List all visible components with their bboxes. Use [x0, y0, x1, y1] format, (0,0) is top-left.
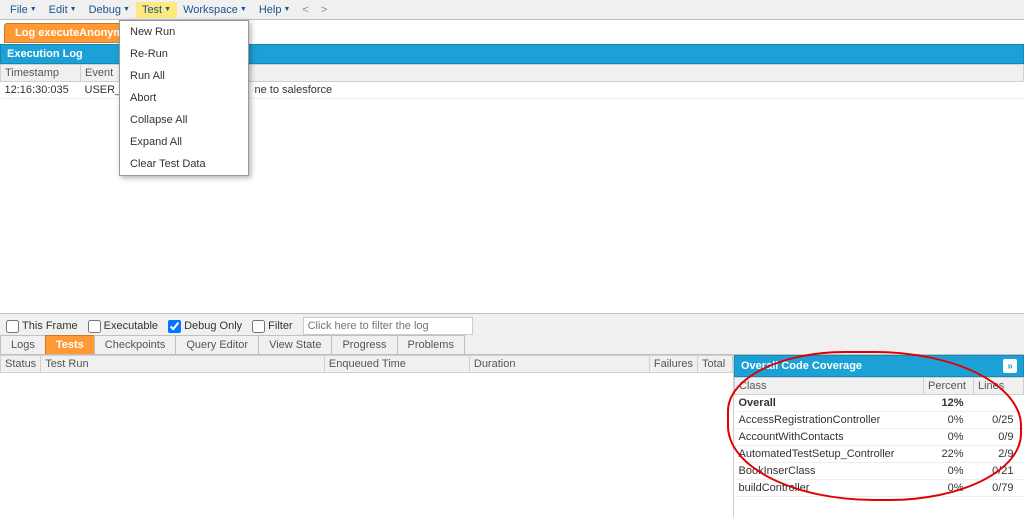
cell-lines: 0/21	[974, 463, 1024, 480]
menu-clear-test-data[interactable]: Clear Test Data	[120, 153, 248, 175]
cell-percent: 0%	[924, 429, 974, 446]
tab-view-state[interactable]: View State	[258, 335, 332, 354]
col-timestamp[interactable]: Timestamp	[1, 65, 81, 82]
test-dropdown: New Run Re-Run Run All Abort Collapse Al…	[119, 20, 249, 176]
menu-help[interactable]: Help▼	[253, 2, 297, 18]
menu-rerun[interactable]: Re-Run	[120, 43, 248, 65]
coverage-row[interactable]: buildController0%0/79	[735, 480, 1024, 497]
cell-lines	[974, 395, 1024, 412]
caret-icon: ▼	[70, 6, 77, 13]
menu-edit[interactable]: Edit▼	[43, 2, 83, 18]
cell-percent: 12%	[924, 395, 974, 412]
col-total[interactable]: Total	[698, 356, 733, 373]
col-details[interactable]: Details	[141, 65, 1024, 82]
menu-debug[interactable]: Debug▼	[83, 2, 136, 18]
col-failures[interactable]: Failures	[649, 356, 697, 373]
coverage-row[interactable]: BookInserClass0%0/21	[735, 463, 1024, 480]
caret-icon: ▼	[30, 6, 37, 13]
col-test-run[interactable]: Test Run	[41, 356, 325, 373]
coverage-table: Class Percent Lines Overall 12% AccessRe…	[734, 377, 1024, 497]
cell-percent: 22%	[924, 446, 974, 463]
cell-class: buildController	[735, 480, 924, 497]
test-results-table: Status Test Run Enqueued Time Duration F…	[0, 355, 733, 373]
caret-icon: ▼	[240, 6, 247, 13]
caret-icon: ▼	[123, 6, 130, 13]
menu-file[interactable]: File▼	[4, 2, 43, 18]
menu-new-run[interactable]: New Run	[120, 21, 248, 43]
bottom-tabs: Logs Tests Checkpoints Query Editor View…	[0, 335, 1024, 355]
test-results-panel: Status Test Run Enqueued Time Duration F…	[0, 355, 734, 517]
coverage-row-overall[interactable]: Overall 12%	[735, 395, 1024, 412]
expand-icon[interactable]: »	[1003, 359, 1017, 373]
col-enqueued[interactable]: Enqueued Time	[324, 356, 469, 373]
coverage-header: Overall Code Coverage »	[734, 355, 1024, 377]
col-duration[interactable]: Duration	[469, 356, 649, 373]
filter-input[interactable]	[303, 317, 473, 335]
menu-run-all[interactable]: Run All	[120, 65, 248, 87]
cell-lines: 0/79	[974, 480, 1024, 497]
tab-problems[interactable]: Problems	[397, 335, 465, 354]
cell-class: AccessRegistrationController	[735, 412, 924, 429]
executable-checkbox[interactable]: Executable	[88, 320, 158, 333]
this-frame-checkbox[interactable]: This Frame	[6, 320, 78, 333]
cell-details: ne to salesforce	[141, 82, 1024, 99]
cell-class: BookInserClass	[735, 463, 924, 480]
nav-back[interactable]: <	[296, 2, 314, 18]
cell-class: Overall	[735, 395, 924, 412]
col-lines[interactable]: Lines	[974, 378, 1024, 395]
tab-tests[interactable]: Tests	[45, 335, 95, 354]
cell-percent: 0%	[924, 480, 974, 497]
menu-collapse-all[interactable]: Collapse All	[120, 109, 248, 131]
menu-workspace[interactable]: Workspace▼	[177, 2, 253, 18]
tab-checkpoints[interactable]: Checkpoints	[94, 335, 177, 354]
cell-class: AutomatedTestSetup_Controller	[735, 446, 924, 463]
menubar: File▼ Edit▼ Debug▼ Test▼ Workspace▼ Help…	[0, 0, 1024, 20]
cell-lines: 0/25	[974, 412, 1024, 429]
col-status[interactable]: Status	[1, 356, 41, 373]
col-percent[interactable]: Percent	[924, 378, 974, 395]
nav-forward[interactable]: >	[315, 2, 333, 18]
tab-query-editor[interactable]: Query Editor	[175, 335, 259, 354]
cell-percent: 0%	[924, 412, 974, 429]
coverage-row[interactable]: AccountWithContacts0%0/9	[735, 429, 1024, 446]
coverage-panel: Overall Code Coverage » Class Percent Li…	[734, 355, 1024, 517]
tab-logs[interactable]: Logs	[0, 335, 46, 354]
cell-class: AccountWithContacts	[735, 429, 924, 446]
menu-test[interactable]: Test▼	[136, 2, 177, 18]
cell-lines: 0/9	[974, 429, 1024, 446]
cell-timestamp: 12:16:30:035	[1, 82, 81, 99]
debug-only-checkbox[interactable]: Debug Only	[168, 320, 242, 333]
menu-abort[interactable]: Abort	[120, 87, 248, 109]
caret-icon: ▼	[164, 6, 171, 13]
caret-icon: ▼	[283, 6, 290, 13]
coverage-row[interactable]: AutomatedTestSetup_Controller22%2/9	[735, 446, 1024, 463]
tab-progress[interactable]: Progress	[331, 335, 397, 354]
cell-lines: 2/9	[974, 446, 1024, 463]
filter-checkbox[interactable]: Filter	[252, 320, 292, 333]
col-class[interactable]: Class	[735, 378, 924, 395]
coverage-row[interactable]: AccessRegistrationController0%0/25	[735, 412, 1024, 429]
cell-percent: 0%	[924, 463, 974, 480]
menu-expand-all[interactable]: Expand All	[120, 131, 248, 153]
